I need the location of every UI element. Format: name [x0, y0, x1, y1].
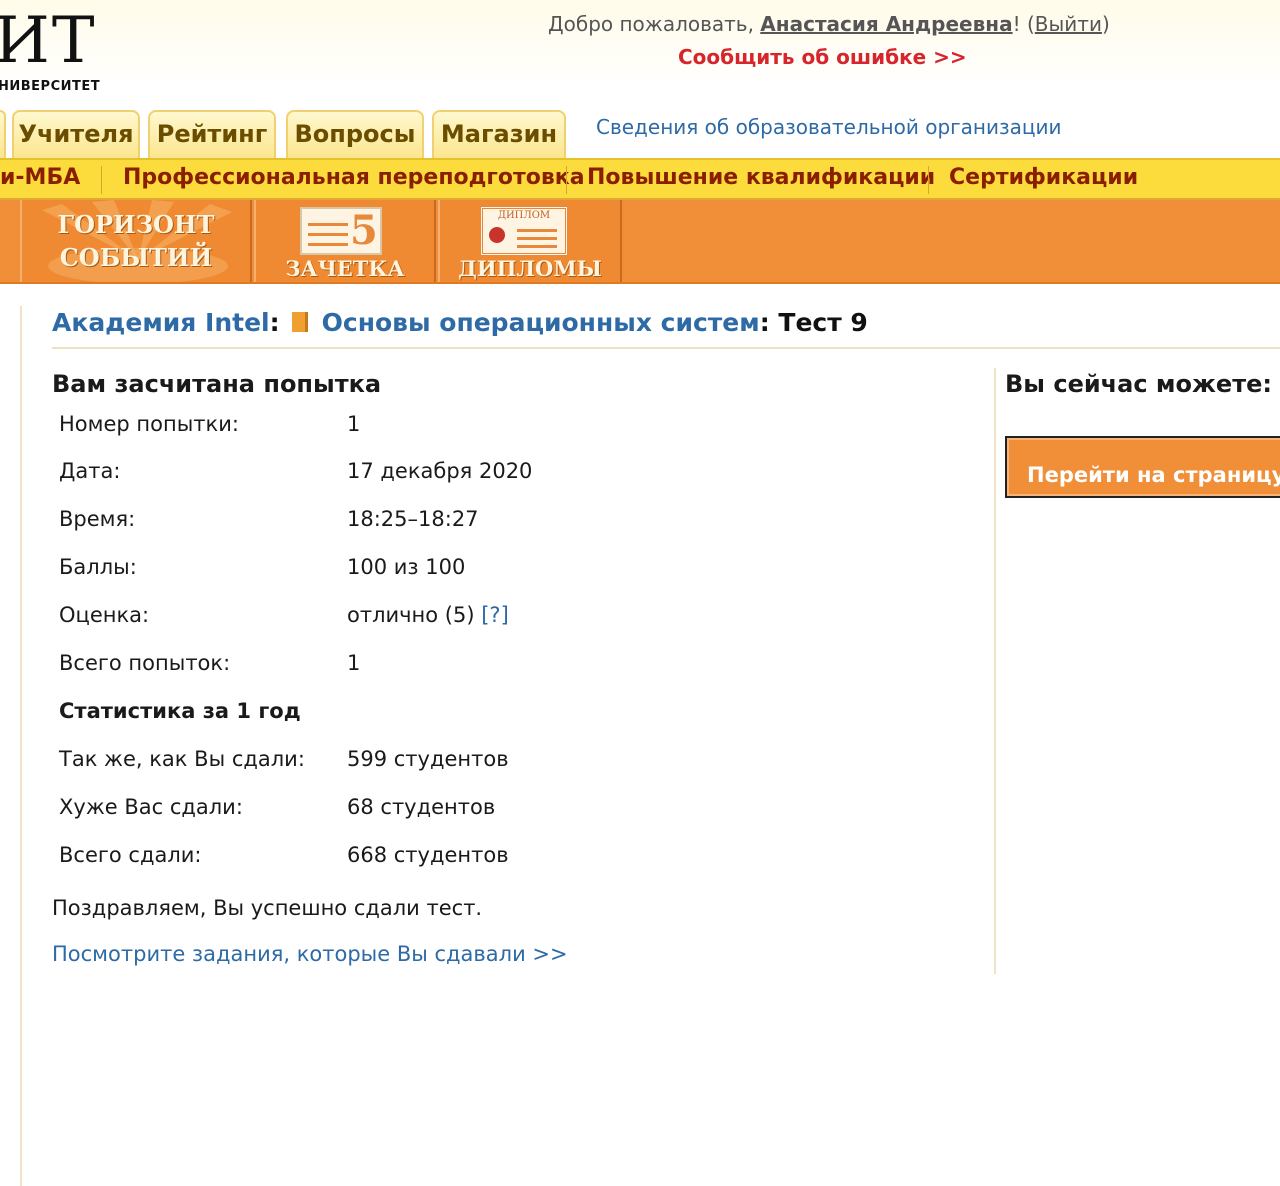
- worse-result-label: Хуже Вас сдали:: [59, 795, 243, 819]
- program-nav: и-МБА Профессиональная переподготовка По…: [0, 158, 1280, 200]
- attempt-number-value: 1: [347, 412, 361, 436]
- nav-item-mba[interactable]: и-МБА: [0, 165, 80, 190]
- breadcrumb-separator: :: [759, 308, 779, 337]
- tab-questions[interactable]: Вопросы: [286, 110, 424, 158]
- attempt-number-label: Номер попытки:: [59, 412, 239, 436]
- sidebar-divider: [994, 368, 996, 974]
- go-to-page-button[interactable]: Перейти на страницу: [1005, 436, 1280, 498]
- banner-zachetka-label: ЗАЧЕТКА: [285, 256, 405, 281]
- grade-value: отлично (5): [347, 603, 482, 627]
- banner-diplomas-label: ДИПЛОМЫ: [458, 256, 602, 281]
- view-tasks-link[interactable]: Посмотрите задания, которые Вы сдавали >…: [52, 942, 568, 966]
- total-passed-value: 668 студентов: [347, 843, 509, 867]
- record-book-icon: 5: [300, 207, 382, 255]
- welcome-prefix: Добро пожаловать,: [548, 12, 761, 36]
- org-info-link[interactable]: Сведения об образовательной организации: [596, 115, 1061, 139]
- diploma-badge-text: ДИПЛОМ: [497, 210, 551, 221]
- grade-value-row: отлично (5) [?]: [347, 603, 509, 627]
- attempt-heading: Вам засчитана попытка: [52, 370, 382, 398]
- grade-label: Оценка:: [59, 603, 150, 627]
- site-logo[interactable]: ИТ: [0, 6, 97, 76]
- same-result-label: Так же, как Вы сдали:: [59, 747, 305, 771]
- title-divider: [52, 347, 1280, 349]
- score-label: Баллы:: [59, 555, 137, 579]
- user-profile-link[interactable]: Анастасия Андреевна: [760, 12, 1012, 36]
- diploma-icon: ДИПЛОМ: [480, 206, 568, 256]
- grade-help-link[interactable]: [?]: [481, 603, 509, 627]
- breadcrumb-course-link[interactable]: Основы операционных систем: [322, 308, 760, 337]
- record-book-grade: 5: [350, 207, 378, 254]
- banner-bar: ГОРИЗОНТ СОБЫТИЙ 5 ЗАЧЕТКА ДИПЛОМ ДИПЛОМ…: [0, 200, 1280, 284]
- banner-horizon-line1: ГОРИЗОНТ: [57, 210, 215, 239]
- score-value: 100 из 100: [347, 555, 466, 579]
- nav-item-qualification[interactable]: Повышение квалификации: [587, 165, 935, 190]
- book-icon: [291, 312, 308, 332]
- sidebar-heading: Вы сейчас можете:: [1005, 370, 1272, 398]
- total-attempts-value: 1: [347, 651, 361, 675]
- nav-divider: [928, 166, 929, 194]
- content-left-border: [20, 306, 22, 1186]
- banner-record-book[interactable]: 5 ЗАЧЕТКА: [254, 200, 436, 282]
- banner-events-horizon[interactable]: ГОРИЗОНТ СОБЫТИЙ: [20, 200, 252, 282]
- page-title: Тест 9: [778, 308, 868, 337]
- total-attempts-label: Всего попыток:: [59, 651, 231, 675]
- banner-diplomas[interactable]: ДИПЛОМ ДИПЛОМЫ: [438, 200, 622, 282]
- welcome-exclaim: !: [1012, 12, 1021, 36]
- time-label: Время:: [59, 507, 136, 531]
- worse-result-value: 68 студентов: [347, 795, 496, 819]
- nav-item-certification[interactable]: Сертификации: [949, 165, 1138, 190]
- congrats-message: Поздравляем, Вы успешно сдали тест.: [52, 896, 483, 920]
- breadcrumb-separator: :: [269, 308, 280, 337]
- tab-partial-left[interactable]: [0, 110, 6, 158]
- logout-paren-close: ): [1101, 12, 1110, 36]
- total-passed-label: Всего сдали:: [59, 843, 202, 867]
- breadcrumb-academy-link[interactable]: Академия Intel: [52, 308, 270, 337]
- nav-divider: [101, 166, 102, 194]
- time-value: 18:25–18:27: [347, 507, 479, 531]
- stats-heading: Статистика за 1 год: [59, 699, 301, 723]
- tab-rating[interactable]: Рейтинг: [148, 110, 276, 158]
- logout-link[interactable]: Выйти: [1035, 12, 1102, 36]
- report-error-link[interactable]: Сообщить об ошибке >>: [678, 45, 967, 69]
- same-result-value: 599 студентов: [347, 747, 509, 771]
- site-header: ИТ НИВЕРСИТЕТ Добро пожаловать, Анастаси…: [0, 0, 1280, 110]
- breadcrumb: Академия Intel: Основы операционных систе…: [52, 308, 868, 337]
- site-logo-subtitle: НИВЕРСИТЕТ: [0, 79, 101, 94]
- nav-divider: [566, 166, 567, 194]
- logout-paren-open: (: [1020, 12, 1035, 36]
- date-label: Дата:: [59, 459, 121, 483]
- banner-horizon-line2: СОБЫТИЙ: [59, 243, 213, 272]
- welcome-message: Добро пожаловать, Анастасия Андреевна! (…: [548, 12, 1110, 36]
- date-value: 17 декабря 2020: [347, 459, 533, 483]
- tab-shop[interactable]: Магазин: [432, 110, 566, 158]
- tab-teachers[interactable]: Учителя: [12, 110, 140, 158]
- nav-item-retraining[interactable]: Профессиональная переподготовка: [123, 165, 585, 190]
